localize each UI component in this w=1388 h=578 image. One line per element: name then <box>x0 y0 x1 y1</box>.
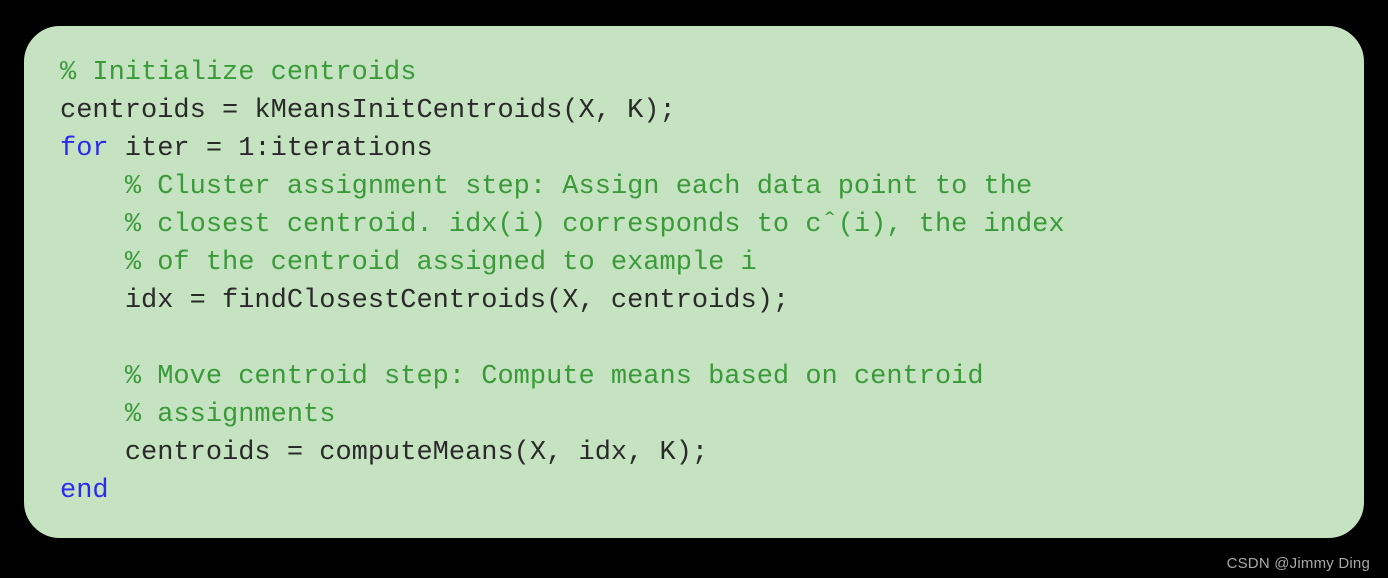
code-token: % Initialize centroids <box>60 58 416 88</box>
code-token: % assignments <box>125 400 336 430</box>
code-token: % of the centroid assigned to example i <box>125 248 757 278</box>
code-token: centroids = computeMeans(X, idx, K); <box>125 438 708 468</box>
code-block: % Initialize centroids centroids = kMean… <box>20 22 1368 542</box>
watermark-text: CSDN @Jimmy Ding <box>1227 555 1370 572</box>
code-token: % Move centroid step: Compute means base… <box>125 362 984 392</box>
code-token: for <box>60 134 109 164</box>
code-token: idx = findClosestCentroids(X, centroids)… <box>125 286 789 316</box>
code-token: % closest centroid. idx(i) corresponds t… <box>125 210 1065 240</box>
code-token: end <box>60 476 109 506</box>
code-content: % Initialize centroids centroids = kMean… <box>60 54 1336 510</box>
code-token: centroids = kMeansInitCentroids(X, K); <box>60 96 676 126</box>
code-token: % Cluster assignment step: Assign each d… <box>125 172 1032 202</box>
code-token: iter = 1:iterations <box>109 134 433 164</box>
